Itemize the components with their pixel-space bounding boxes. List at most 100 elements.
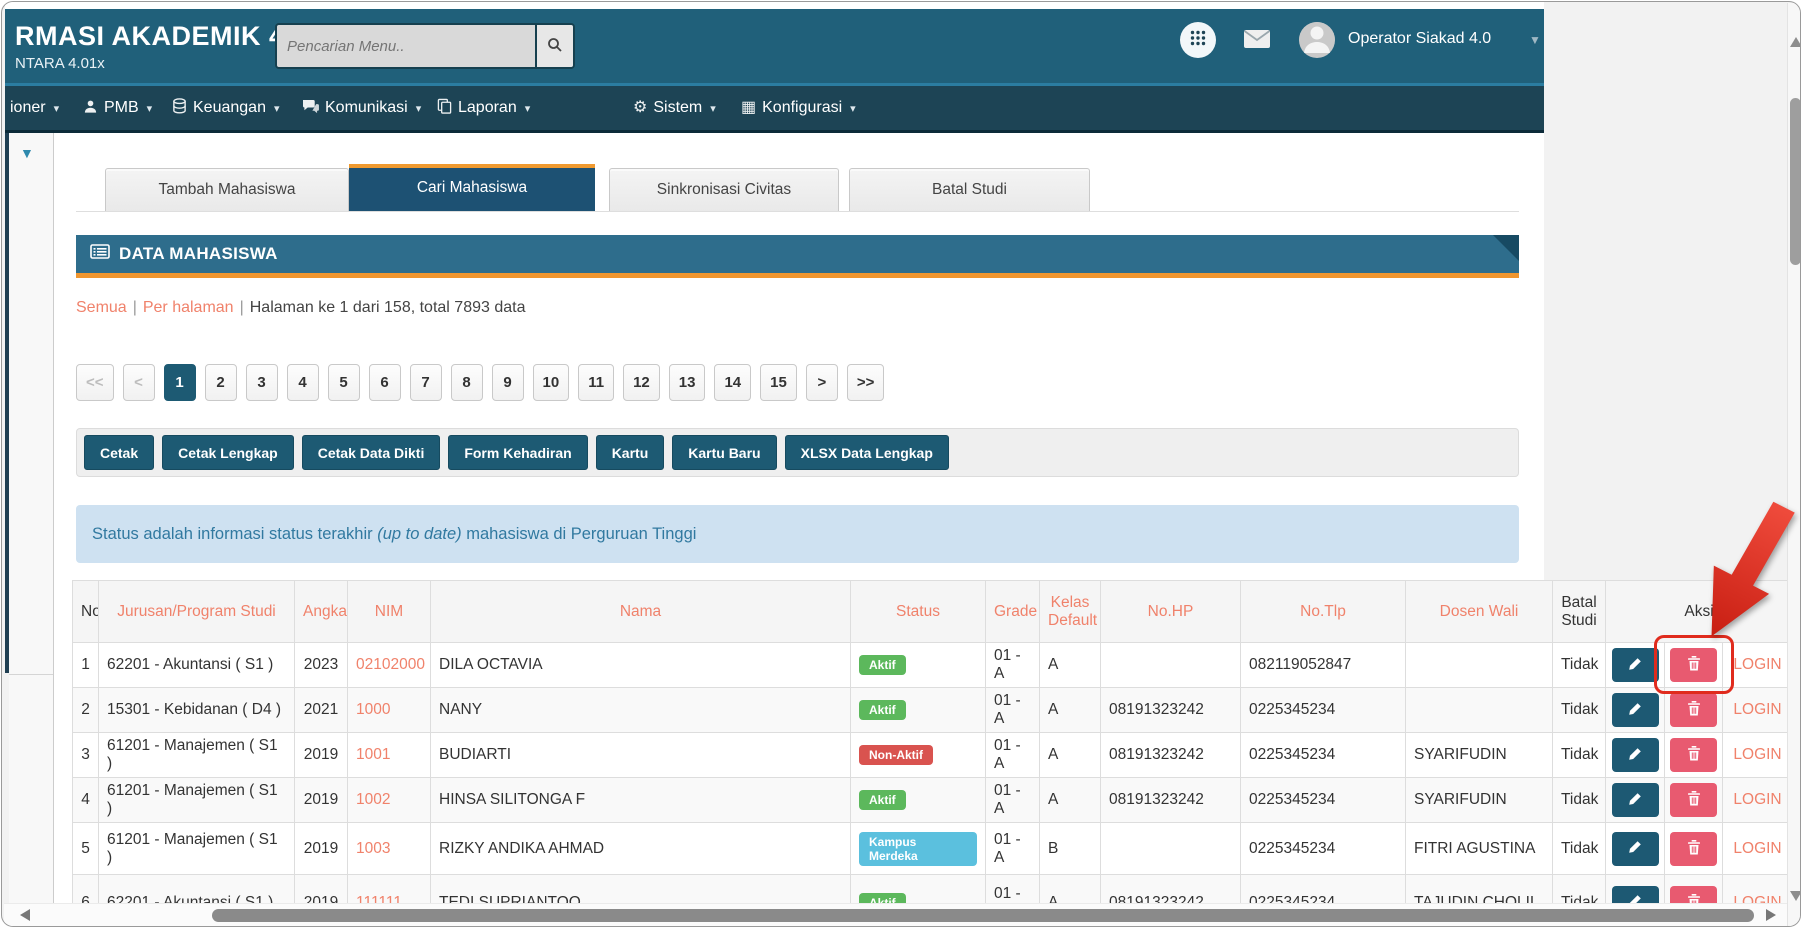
page-button-10[interactable]: 10 (533, 364, 570, 401)
kartu-baru-button[interactable]: Kartu Baru (672, 435, 776, 470)
delete-button[interactable] (1670, 693, 1717, 727)
link-semua[interactable]: Semua (76, 299, 127, 316)
sidebar-divider (9, 674, 53, 675)
mail-button[interactable] (1243, 29, 1271, 54)
user-menu-label[interactable]: Operator Siakad 4.0 (1348, 30, 1491, 48)
col-no-hp[interactable]: No.HP (1101, 581, 1241, 643)
cell-no-tlp: 0225345234 (1241, 688, 1406, 733)
nav-item-keuangan[interactable]: Keuangan▾ (172, 86, 280, 130)
chevron-down-icon: ▾ (147, 102, 153, 115)
nav-item-fungsioner[interactable]: ioner▾ (10, 86, 59, 130)
login-link[interactable]: LOGIN (1733, 840, 1781, 857)
page-button-12[interactable]: 12 (623, 364, 660, 401)
cell-nama: BUDIARTI (431, 733, 851, 778)
nav-item-pmb[interactable]: PMB▾ (83, 86, 152, 130)
tab-sinkronisasi-civitas[interactable]: Sinkronisasi Civitas (609, 168, 839, 211)
page-first-button[interactable]: << (76, 364, 114, 401)
col-jurusan[interactable]: Jurusan/Program Studi (99, 581, 295, 643)
nim-link[interactable]: 1003 (356, 840, 390, 857)
delete-button[interactable] (1670, 832, 1717, 866)
tab-tambah-mahasiswa[interactable]: Tambah Mahasiswa (105, 168, 349, 211)
nav-label: Sistem (653, 99, 702, 117)
page-button-13[interactable]: 13 (669, 364, 706, 401)
edit-button[interactable] (1612, 832, 1659, 866)
table-row: 2 15301 - Kebidanan ( D4 ) 2021 1000 NAN… (73, 688, 1793, 733)
user-avatar[interactable] (1299, 22, 1335, 58)
table-row: 1 62201 - Akuntansi ( S1 ) 2023 02102000… (73, 643, 1793, 688)
cell-no-tlp: 0225345234 (1241, 778, 1406, 823)
page-button-5[interactable]: 5 (328, 364, 360, 401)
edit-button[interactable] (1612, 693, 1659, 727)
page-button-6[interactable]: 6 (369, 364, 401, 401)
edit-button[interactable] (1612, 738, 1659, 772)
nav-item-sistem[interactable]: ⚙ Sistem▾ (633, 86, 716, 130)
nav-item-komunikasi[interactable]: Komunikasi▾ (302, 86, 421, 130)
page-last-button[interactable]: >> (847, 364, 885, 401)
kartu-button[interactable]: Kartu (596, 435, 665, 470)
col-status[interactable]: Status (851, 581, 986, 643)
page-button-11[interactable]: 11 (578, 364, 614, 401)
page-button-8[interactable]: 8 (451, 364, 483, 401)
nim-link[interactable]: 1002 (356, 791, 390, 808)
page-button-9[interactable]: 9 (492, 364, 524, 401)
page-button-15[interactable]: 15 (760, 364, 797, 401)
table-grid-icon: ▦ (741, 100, 756, 116)
cetak-button[interactable]: Cetak (84, 435, 154, 470)
nim-link[interactable]: 1001 (356, 746, 390, 763)
search-button[interactable] (535, 25, 573, 67)
cell-jurusan: 61201 - Manajemen ( S1 ) (99, 733, 295, 778)
cetak-lengkap-button[interactable]: Cetak Lengkap (162, 435, 294, 470)
scroll-right-arrow-icon[interactable] (1766, 909, 1776, 921)
edit-button[interactable] (1612, 648, 1659, 682)
col-dosen-wali[interactable]: Dosen Wali (1406, 581, 1553, 643)
login-link[interactable]: LOGIN (1733, 656, 1781, 673)
cell-no: 3 (73, 733, 99, 778)
vertical-scrollbar[interactable] (1787, 3, 1801, 927)
delete-button[interactable] (1670, 783, 1717, 817)
apps-grid-button[interactable] (1180, 22, 1216, 58)
page-prev-button[interactable]: < (123, 364, 155, 401)
nav-item-laporan[interactable]: Laporan▾ (437, 86, 530, 130)
edit-button[interactable] (1612, 783, 1659, 817)
cetak-data-dikti-button[interactable]: Cetak Data Dikti (302, 435, 441, 470)
page-button-3[interactable]: 3 (246, 364, 278, 401)
tab-cari-mahasiswa[interactable]: Cari Mahasiswa (349, 164, 595, 211)
page-button-14[interactable]: 14 (714, 364, 751, 401)
cell-dosen-wali (1406, 688, 1553, 733)
page-button-7[interactable]: 7 (410, 364, 442, 401)
col-nim[interactable]: NIM (348, 581, 431, 643)
vertical-scrollbar-thumb[interactable] (1790, 98, 1801, 265)
form-kehadiran-button[interactable]: Form Kehadiran (448, 435, 587, 470)
login-link[interactable]: LOGIN (1733, 791, 1781, 808)
avatar-icon (1299, 22, 1335, 58)
tab-batal-studi[interactable]: Batal Studi (849, 168, 1090, 211)
user-menu-caret-icon[interactable]: ▼ (1529, 33, 1541, 47)
horizontal-scrollbar-thumb[interactable] (212, 909, 1754, 922)
col-kelas-default[interactable]: Kelas Default (1040, 581, 1101, 643)
scroll-up-arrow-icon[interactable] (1790, 37, 1801, 47)
link-per-halaman[interactable]: Per halaman (143, 299, 234, 316)
nav-item-konfigurasi[interactable]: ▦ Konfigurasi▾ (741, 86, 856, 130)
horizontal-scrollbar[interactable] (4, 903, 1787, 927)
col-no-tlp[interactable]: No.Tlp (1241, 581, 1406, 643)
delete-button[interactable] (1670, 738, 1717, 772)
sidebar-toggle-caret-icon[interactable]: ▼ (20, 145, 34, 161)
login-link[interactable]: LOGIN (1733, 701, 1781, 718)
search-input[interactable] (277, 25, 535, 67)
status-notice: Status adalah informasi status terakhir … (76, 505, 1519, 563)
scroll-down-arrow-icon[interactable] (1790, 891, 1801, 901)
nim-link[interactable]: 02102000 (356, 656, 425, 673)
page-button-2[interactable]: 2 (205, 364, 237, 401)
report-icon (437, 98, 452, 118)
page-next-button[interactable]: > (806, 364, 838, 401)
col-angkatan[interactable]: Angkatan (295, 581, 348, 643)
login-link[interactable]: LOGIN (1733, 746, 1781, 763)
col-grade[interactable]: Grade (986, 581, 1040, 643)
xlsx-data-lengkap-button[interactable]: XLSX Data Lengkap (785, 435, 949, 470)
col-nama[interactable]: Nama (431, 581, 851, 643)
page-button-4[interactable]: 4 (287, 364, 319, 401)
list-icon (90, 244, 110, 264)
nim-link[interactable]: 1000 (356, 701, 390, 718)
page-button-1[interactable]: 1 (164, 364, 196, 401)
scroll-left-arrow-icon[interactable] (20, 909, 30, 921)
